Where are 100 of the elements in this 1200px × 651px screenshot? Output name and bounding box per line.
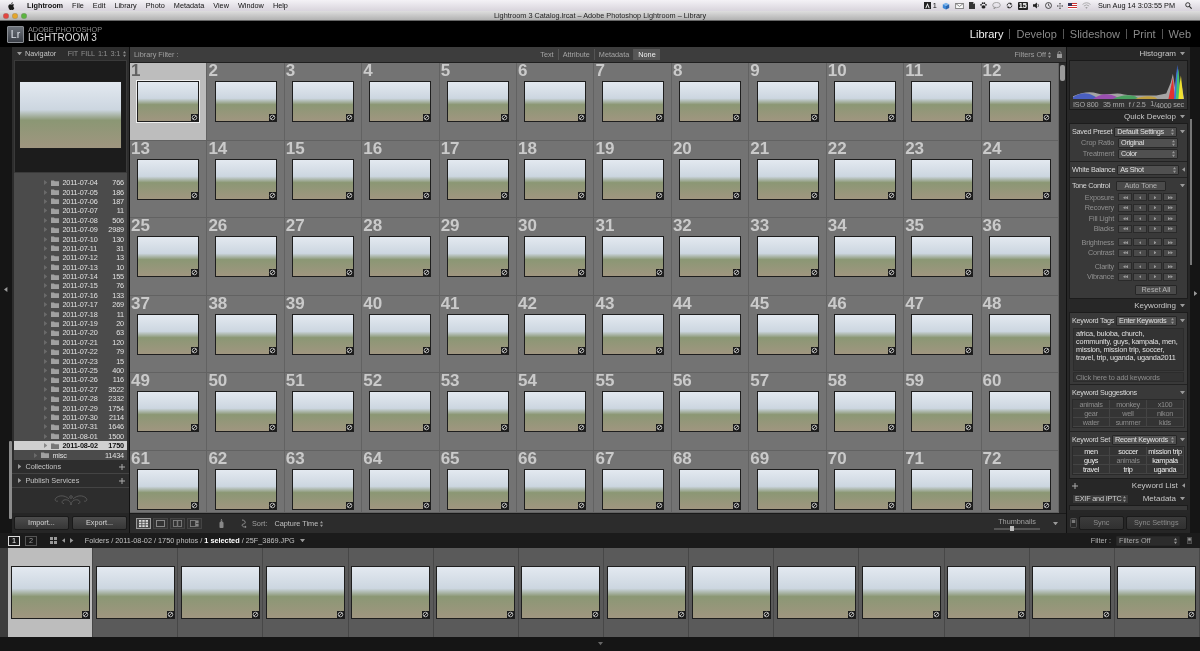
grid-cell[interactable]: 25 <box>130 218 208 296</box>
filmstrip-cell[interactable] <box>689 548 775 637</box>
grid-cell[interactable]: 60 <box>981 373 1059 451</box>
grid-cell[interactable]: 47 <box>904 295 982 373</box>
grid-cell[interactable]: 30 <box>517 218 595 296</box>
module-tab[interactable]: Print <box>1125 29 1162 39</box>
grid-cell[interactable]: 23 <box>904 140 982 218</box>
disclosure-triangle-icon[interactable] <box>1180 303 1185 308</box>
grid-cell[interactable]: 69 <box>749 450 827 513</box>
large-decrease-button[interactable] <box>1118 262 1132 271</box>
decrease-button[interactable] <box>1133 262 1147 271</box>
grid-cell[interactable]: 8 <box>671 63 750 141</box>
slider-thumb[interactable] <box>1010 525 1015 531</box>
grid-cell[interactable]: 63 <box>284 450 363 513</box>
decrease-button[interactable] <box>1133 214 1147 223</box>
back-arrow-icon[interactable] <box>62 538 66 543</box>
large-increase-button[interactable] <box>1163 224 1177 233</box>
grid-cell[interactable]: 43 <box>594 295 672 373</box>
grid-cell[interactable]: 27 <box>284 218 363 296</box>
dots-icon[interactable] <box>1056 2 1063 9</box>
filmstrip-cell[interactable] <box>944 548 1030 637</box>
grid-cell[interactable]: 19 <box>594 140 672 218</box>
filmstrip-cell[interactable] <box>93 548 179 637</box>
grid-cell[interactable]: 41 <box>439 295 518 373</box>
letter-logo-icon[interactable] <box>923 2 931 9</box>
grid-cell[interactable]: 10 <box>826 63 905 141</box>
disclosure-triangle-icon[interactable] <box>1181 167 1185 172</box>
disclosure-triangle-icon[interactable] <box>1180 496 1185 501</box>
increase-button[interactable] <box>1148 193 1162 202</box>
grid-cell[interactable]: 7 <box>594 63 672 141</box>
thumbnail-size-slider[interactable] <box>994 527 1040 530</box>
large-decrease-button[interactable] <box>1118 272 1132 281</box>
grid-cell[interactable]: 1 <box>130 63 208 141</box>
module-tab[interactable]: Library <box>963 29 1010 39</box>
large-increase-button[interactable] <box>1163 262 1177 271</box>
document-icon[interactable] <box>968 2 975 9</box>
scroll-thumb[interactable] <box>9 441 12 519</box>
grid-cell[interactable]: 34 <box>826 218 905 296</box>
plus-icon[interactable] <box>119 477 125 484</box>
grid-cell[interactable]: 4 <box>362 63 440 141</box>
grid-cell[interactable]: 32 <box>671 218 750 296</box>
plus-icon[interactable] <box>1072 482 1078 489</box>
grid-cell[interactable]: 42 <box>517 295 595 373</box>
grid-cell[interactable]: 39 <box>284 295 363 373</box>
scroll-thumb[interactable] <box>1060 65 1065 81</box>
grid-cell[interactable]: 18 <box>517 140 595 218</box>
panel-title[interactable]: Keywording <box>1134 301 1176 310</box>
decrease-button[interactable] <box>1133 203 1147 212</box>
panel-title[interactable]: Quick Develop <box>1123 112 1176 121</box>
grid-cell[interactable]: 11 <box>904 63 982 141</box>
grid-cell[interactable]: 61 <box>130 450 208 513</box>
grid-cell[interactable]: 13 <box>130 140 208 218</box>
filmstrip-cell[interactable] <box>1029 548 1115 637</box>
grid-cell[interactable]: 40 <box>362 295 440 373</box>
survey-view-button[interactable] <box>187 518 202 529</box>
grid-cell[interactable]: 2 <box>207 63 285 141</box>
envelope-icon[interactable] <box>954 2 964 9</box>
grid-icon[interactable] <box>50 537 57 544</box>
speech-bubble-icon[interactable] <box>991 2 1001 9</box>
grid-cell[interactable]: 15 <box>284 140 363 218</box>
curved-arrow-icon[interactable] <box>241 519 247 528</box>
paw-icon[interactable] <box>979 2 987 9</box>
disclosure-triangle-icon[interactable] <box>1180 129 1185 134</box>
large-increase-button[interactable] <box>1163 203 1177 212</box>
grid-cell[interactable]: 54 <box>517 373 595 451</box>
decrease-button[interactable] <box>1133 193 1147 202</box>
increase-button[interactable] <box>1148 214 1162 223</box>
grid-cell[interactable]: 64 <box>362 450 440 513</box>
large-decrease-button[interactable] <box>1118 193 1132 202</box>
large-decrease-button[interactable] <box>1118 203 1132 212</box>
increase-button[interactable] <box>1148 262 1162 271</box>
grid-cell[interactable]: 3 <box>284 63 363 141</box>
grid-cell[interactable]: 28 <box>362 218 440 296</box>
filmstrip-cell[interactable] <box>1114 548 1200 637</box>
filmstrip-cell[interactable] <box>433 548 519 637</box>
switch-icon[interactable] <box>1070 518 1077 528</box>
filmstrip-cell[interactable] <box>8 548 94 637</box>
grid-cell[interactable]: 9 <box>749 63 827 141</box>
grid-cell[interactable]: 26 <box>207 218 285 296</box>
disclosure-triangle-icon[interactable] <box>1180 183 1185 188</box>
search-icon[interactable] <box>1185 2 1192 9</box>
grid-cell[interactable]: 45 <box>749 295 827 373</box>
filmstrip-cell[interactable] <box>178 548 264 637</box>
caret-icon[interactable] <box>299 538 305 543</box>
grid-cell[interactable]: 16 <box>362 140 440 218</box>
grid-cell[interactable]: 56 <box>671 373 750 451</box>
grid-cell[interactable]: 49 <box>130 373 208 451</box>
large-increase-button[interactable] <box>1163 272 1177 281</box>
grid-cell[interactable]: 21 <box>749 140 827 218</box>
disclosure-triangle-icon[interactable] <box>1180 318 1185 323</box>
module-tab[interactable]: Web <box>1161 29 1191 39</box>
grid-cell[interactable]: 20 <box>671 140 750 218</box>
grid-cell[interactable]: 52 <box>362 373 440 451</box>
grid-cell[interactable]: 29 <box>439 218 518 296</box>
grid-cell[interactable]: 62 <box>207 450 285 513</box>
spray-can-icon[interactable] <box>219 519 224 528</box>
grid-cell[interactable]: 70 <box>826 450 905 513</box>
decrease-button[interactable] <box>1133 248 1147 257</box>
cube-icon[interactable] <box>941 1 950 10</box>
grid-cell[interactable]: 5 <box>439 63 518 141</box>
